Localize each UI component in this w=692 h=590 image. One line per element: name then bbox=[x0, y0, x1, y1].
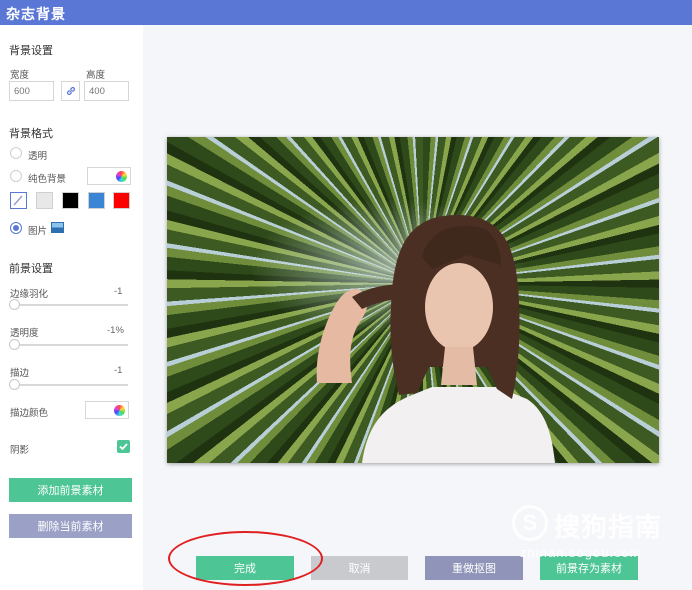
add-foreground-button[interactable]: 添加前景素材 bbox=[9, 478, 132, 502]
swatch-black[interactable] bbox=[62, 192, 79, 209]
delete-current-button[interactable]: 删除当前素材 bbox=[9, 514, 132, 538]
brush-icon bbox=[13, 195, 23, 206]
opacity-label: 透明度 bbox=[10, 328, 39, 339]
link-icon bbox=[66, 86, 76, 96]
width-label: 宽度 bbox=[10, 70, 30, 81]
watermark-text: 搜狗指南 bbox=[554, 512, 663, 542]
settings-sidebar bbox=[0, 25, 143, 590]
feather-slider-track[interactable] bbox=[12, 304, 128, 306]
custom-color-swatch[interactable] bbox=[10, 192, 27, 209]
transparent-label: 透明 bbox=[28, 151, 48, 162]
background-color-picker[interactable] bbox=[87, 167, 131, 185]
stroke-value: -1 bbox=[114, 365, 123, 376]
width-input[interactable] bbox=[9, 81, 54, 101]
color-wheel-icon bbox=[116, 171, 127, 182]
image-thumbnail-icon[interactable] bbox=[51, 222, 64, 233]
background-settings-heading: 背景设置 bbox=[9, 45, 53, 57]
image-radio[interactable] bbox=[10, 222, 22, 234]
shadow-label: 阴影 bbox=[10, 445, 30, 456]
transparent-radio[interactable] bbox=[10, 147, 22, 159]
color-wheel-icon bbox=[114, 405, 125, 416]
feather-slider-thumb[interactable] bbox=[9, 299, 20, 310]
lock-ratio-button[interactable] bbox=[61, 81, 80, 101]
opacity-slider-thumb[interactable] bbox=[9, 339, 20, 350]
opacity-slider-track[interactable] bbox=[12, 344, 128, 346]
annotation-circle bbox=[168, 531, 323, 586]
swatch-light-gray[interactable] bbox=[36, 192, 53, 209]
image-label: 图片 bbox=[28, 226, 48, 237]
solid-color-label: 纯色背景 bbox=[28, 174, 67, 185]
height-input[interactable] bbox=[84, 81, 129, 101]
stroke-label: 描边 bbox=[10, 368, 30, 379]
sogou-logo: S bbox=[512, 505, 548, 541]
preview-image[interactable] bbox=[167, 137, 659, 463]
title-bar: 杂志背景 bbox=[0, 0, 692, 25]
swatch-blue[interactable] bbox=[88, 192, 105, 209]
shadow-checkbox[interactable] bbox=[117, 440, 130, 453]
feather-value: -1 bbox=[114, 286, 123, 297]
stroke-slider-thumb[interactable] bbox=[9, 379, 20, 390]
height-label: 高度 bbox=[86, 70, 106, 81]
cancel-button[interactable]: 取消 bbox=[311, 556, 408, 580]
background-format-heading: 背景格式 bbox=[9, 128, 53, 140]
feather-label: 边缘羽化 bbox=[10, 289, 49, 300]
window-title: 杂志背景 bbox=[6, 6, 66, 22]
checkmark-icon bbox=[119, 443, 128, 451]
stroke-color-label: 描边颜色 bbox=[10, 408, 49, 419]
redo-cutout-button[interactable]: 重做抠图 bbox=[425, 556, 523, 580]
watermark: S 搜狗指南 zhinan.sogou.com bbox=[512, 505, 682, 565]
stroke-slider-track[interactable] bbox=[12, 384, 128, 386]
opacity-value: -1% bbox=[107, 325, 124, 336]
watermark-url: zhinan.sogou.com bbox=[520, 545, 642, 560]
woman-portrait bbox=[316, 215, 555, 463]
solid-color-radio[interactable] bbox=[10, 170, 22, 182]
swatch-red[interactable] bbox=[113, 192, 130, 209]
stroke-color-picker[interactable] bbox=[85, 401, 129, 419]
foreground-settings-heading: 前景设置 bbox=[9, 263, 53, 275]
